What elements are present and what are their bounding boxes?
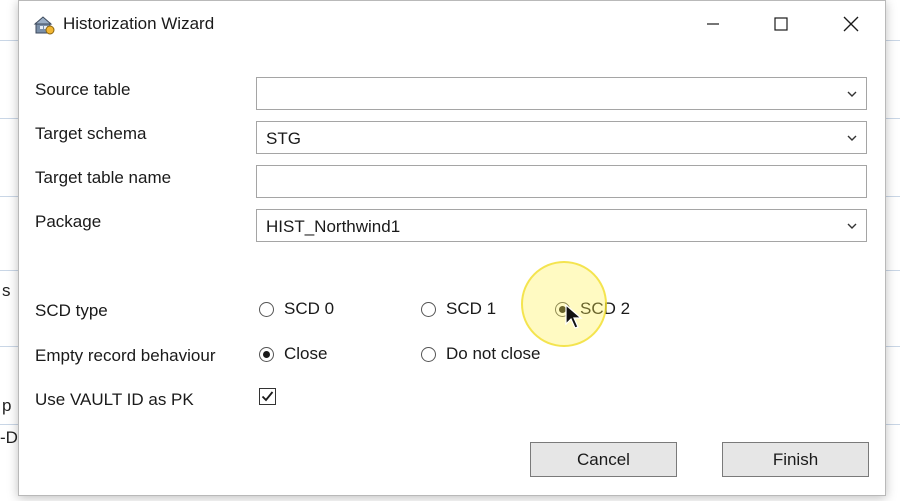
background-grid-line [884, 118, 900, 119]
target-schema-value: STG [266, 129, 301, 148]
background-grid-line [884, 40, 900, 41]
do-not-close-radio[interactable]: Do not close [421, 344, 541, 364]
chevron-down-icon [847, 91, 857, 97]
source-table-dropdown[interactable] [256, 77, 867, 110]
scd-2-label: SCD 2 [580, 299, 631, 318]
cancel-button[interactable]: Cancel [530, 442, 677, 477]
background-grid-line [0, 118, 18, 119]
background-grid-line [0, 40, 18, 41]
background-grid-line [0, 270, 18, 271]
source-table-label: Source table [35, 80, 131, 99]
target-schema-label: Target schema [35, 124, 147, 143]
background-text-fragment: p [2, 396, 12, 415]
finish-button[interactable]: Finish [722, 442, 869, 477]
minimize-icon [707, 23, 719, 25]
empty-record-behaviour-label: Empty record behaviour [35, 346, 216, 365]
maximize-button[interactable] [747, 1, 815, 47]
background-grid-line [0, 196, 18, 197]
target-schema-dropdown[interactable]: STG [256, 121, 867, 154]
radio-circle [421, 346, 436, 362]
radio-circle-selected [259, 346, 274, 362]
use-vault-id-label: Use VAULT ID as PK [35, 390, 194, 409]
package-value: HIST_Northwind1 [266, 217, 401, 236]
background-grid-line [0, 346, 18, 347]
radio-circle-selected [555, 301, 570, 317]
maximize-icon [774, 17, 788, 31]
background-grid-line [884, 270, 900, 271]
background-grid-line [884, 196, 900, 197]
background-text-fragment: s [2, 281, 11, 300]
background-text-fragment: -D [0, 428, 18, 447]
scd-0-radio[interactable]: SCD 0 [259, 299, 334, 319]
chevron-down-icon [847, 223, 857, 229]
target-table-name-input[interactable] [256, 165, 867, 198]
window-title: Historization Wizard [63, 14, 215, 33]
radio-circle [259, 301, 274, 317]
package-label: Package [35, 212, 102, 231]
do-not-close-option-label: Do not close [446, 344, 541, 363]
title-bar[interactable]: Historization Wizard [19, 1, 885, 47]
scd-type-label: SCD type [35, 301, 108, 320]
scd-1-label: SCD 1 [446, 299, 497, 318]
target-table-name-label: Target table name [35, 168, 172, 187]
close-button[interactable] [817, 1, 885, 47]
radio-circle [421, 301, 436, 317]
close-icon [843, 16, 859, 32]
package-dropdown[interactable]: HIST_Northwind1 [256, 209, 867, 242]
scd-0-label: SCD 0 [284, 299, 335, 318]
historization-wizard-dialog: Historization Wizard Source table Target… [18, 0, 886, 496]
scd-2-radio[interactable]: SCD 2 [555, 299, 630, 319]
close-radio[interactable]: Close [259, 344, 327, 364]
background-grid-line [0, 424, 18, 425]
close-option-label: Close [284, 344, 328, 363]
checkmark-icon [261, 391, 274, 402]
scd-1-radio[interactable]: SCD 1 [421, 299, 496, 319]
minimize-button[interactable] [679, 1, 747, 47]
chevron-down-icon [847, 135, 857, 141]
background-grid-line [884, 346, 900, 347]
use-vault-id-checkbox[interactable] [259, 388, 276, 405]
background-grid-line [884, 424, 900, 425]
app-icon [33, 16, 55, 35]
